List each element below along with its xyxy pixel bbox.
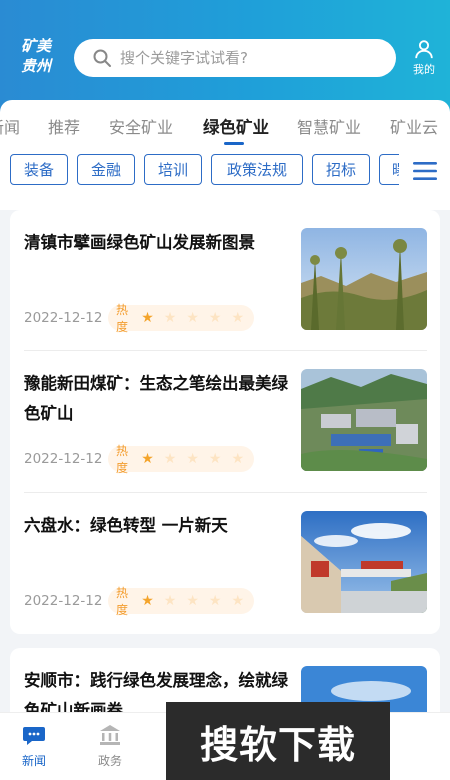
- star-icon: ★: [186, 593, 199, 609]
- article-item[interactable]: 清镇市擘画绿色矿山发展新图景 2022-12-12 热度 ★ ★ ★ ★ ★: [24, 210, 427, 350]
- watermark-overlay: 搜软下载: [166, 702, 390, 780]
- search-input[interactable]: [120, 49, 380, 67]
- star-icon: ★: [186, 310, 199, 326]
- tab-smart-mining[interactable]: 智慧矿业: [297, 114, 361, 138]
- user-icon: [415, 40, 433, 59]
- star-icon: ★: [231, 451, 244, 467]
- active-tab-indicator: [224, 142, 244, 145]
- star-icon: ★: [163, 451, 177, 467]
- logo-text-line1: 矿美: [20, 37, 51, 55]
- article-title[interactable]: 豫能新田煤矿：生态之笔绘出最美绿色矿山: [24, 369, 292, 429]
- tabbar-government-label: 政务: [97, 754, 122, 768]
- tabbar-news-label: 新闻: [21, 754, 46, 768]
- article-item[interactable]: 豫能新田煤矿：生态之笔绘出最美绿色矿山 2022-12-12 热度 ★ ★ ★ …: [24, 351, 427, 491]
- star-icon: ★: [231, 593, 244, 609]
- star-icon: ★: [141, 593, 154, 609]
- article-title[interactable]: 清镇市擘画绿色矿山发展新图景: [24, 228, 292, 258]
- tab-safe-mining[interactable]: 安全矿业: [109, 114, 173, 138]
- chip-equipment[interactable]: 装备: [10, 154, 68, 185]
- heat-rating: 热度 ★ ★ ★ ★ ★: [108, 303, 254, 334]
- heat-label: 热度: [116, 586, 129, 617]
- search-bar[interactable]: [74, 39, 396, 77]
- tab-news[interactable]: 新闻: [0, 114, 20, 138]
- tabbar-news[interactable]: 新闻: [4, 723, 64, 769]
- chip-policy[interactable]: 政策法规: [211, 154, 303, 185]
- star-icon: ★: [163, 593, 177, 609]
- star-icon: ★: [208, 593, 222, 609]
- app-header: 矿美 贵州 我的: [0, 0, 450, 112]
- heat-rating: 热度 ★ ★ ★ ★ ★: [108, 586, 254, 617]
- tab-green-mining[interactable]: 绿色矿业: [203, 114, 269, 138]
- chip-bidding[interactable]: 招标: [312, 154, 370, 185]
- heat-label: 热度: [116, 444, 129, 475]
- article-thumbnail[interactable]: [301, 369, 427, 471]
- star-icon: ★: [208, 310, 222, 326]
- article-list: 清镇市擘画绿色矿山发展新图景 2022-12-12 热度 ★ ★ ★ ★ ★ 豫…: [10, 210, 440, 634]
- more-categories-button[interactable]: [399, 154, 450, 188]
- star-icon: ★: [141, 451, 154, 467]
- star-icon: ★: [186, 451, 199, 467]
- menu-icon: [412, 162, 437, 180]
- article-date: 2022-12-12: [24, 593, 103, 609]
- heat-rating: 热度 ★ ★ ★ ★ ★: [108, 444, 254, 475]
- star-icon: ★: [231, 310, 244, 326]
- article-date: 2022-12-12: [24, 451, 103, 467]
- chip-finance[interactable]: 金融: [77, 154, 135, 185]
- article-thumbnail[interactable]: [301, 511, 427, 613]
- subcategory-chips: 装备 金融 培训 政策法规 招标 曝光: [0, 154, 450, 190]
- app-logo[interactable]: 矿美 贵州: [14, 36, 58, 76]
- tab-mining-cloud[interactable]: 矿业云: [390, 114, 438, 138]
- profile-button[interactable]: 我的: [405, 38, 443, 77]
- article-title[interactable]: 六盘水：绿色转型 一片新天: [24, 511, 292, 541]
- search-icon: [93, 49, 111, 67]
- chip-training[interactable]: 培训: [144, 154, 202, 185]
- article-thumbnail[interactable]: [301, 228, 427, 330]
- chat-bubble-icon: [23, 727, 45, 745]
- star-icon: ★: [208, 451, 222, 467]
- government-building-icon: [100, 725, 120, 745]
- tab-recommend[interactable]: 推荐: [48, 114, 80, 138]
- tabbar-government[interactable]: 政务: [80, 723, 140, 769]
- article-item[interactable]: 六盘水：绿色转型 一片新天 2022-12-12 热度 ★ ★ ★ ★ ★: [24, 493, 427, 633]
- star-icon: ★: [141, 310, 154, 326]
- profile-label: 我的: [413, 63, 435, 76]
- article-date: 2022-12-12: [24, 310, 103, 326]
- star-icon: ★: [163, 310, 177, 326]
- heat-label: 热度: [116, 303, 129, 334]
- logo-text-line2: 贵州: [20, 57, 51, 75]
